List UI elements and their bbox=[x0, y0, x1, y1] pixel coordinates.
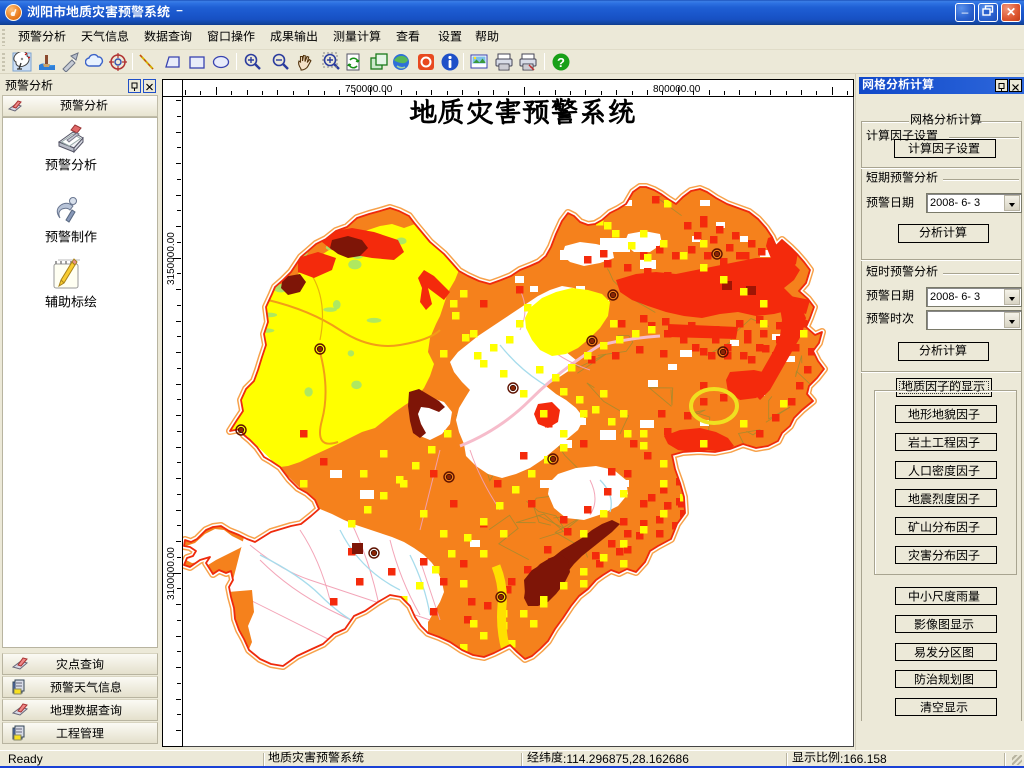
svg-text:?: ? bbox=[557, 55, 565, 70]
